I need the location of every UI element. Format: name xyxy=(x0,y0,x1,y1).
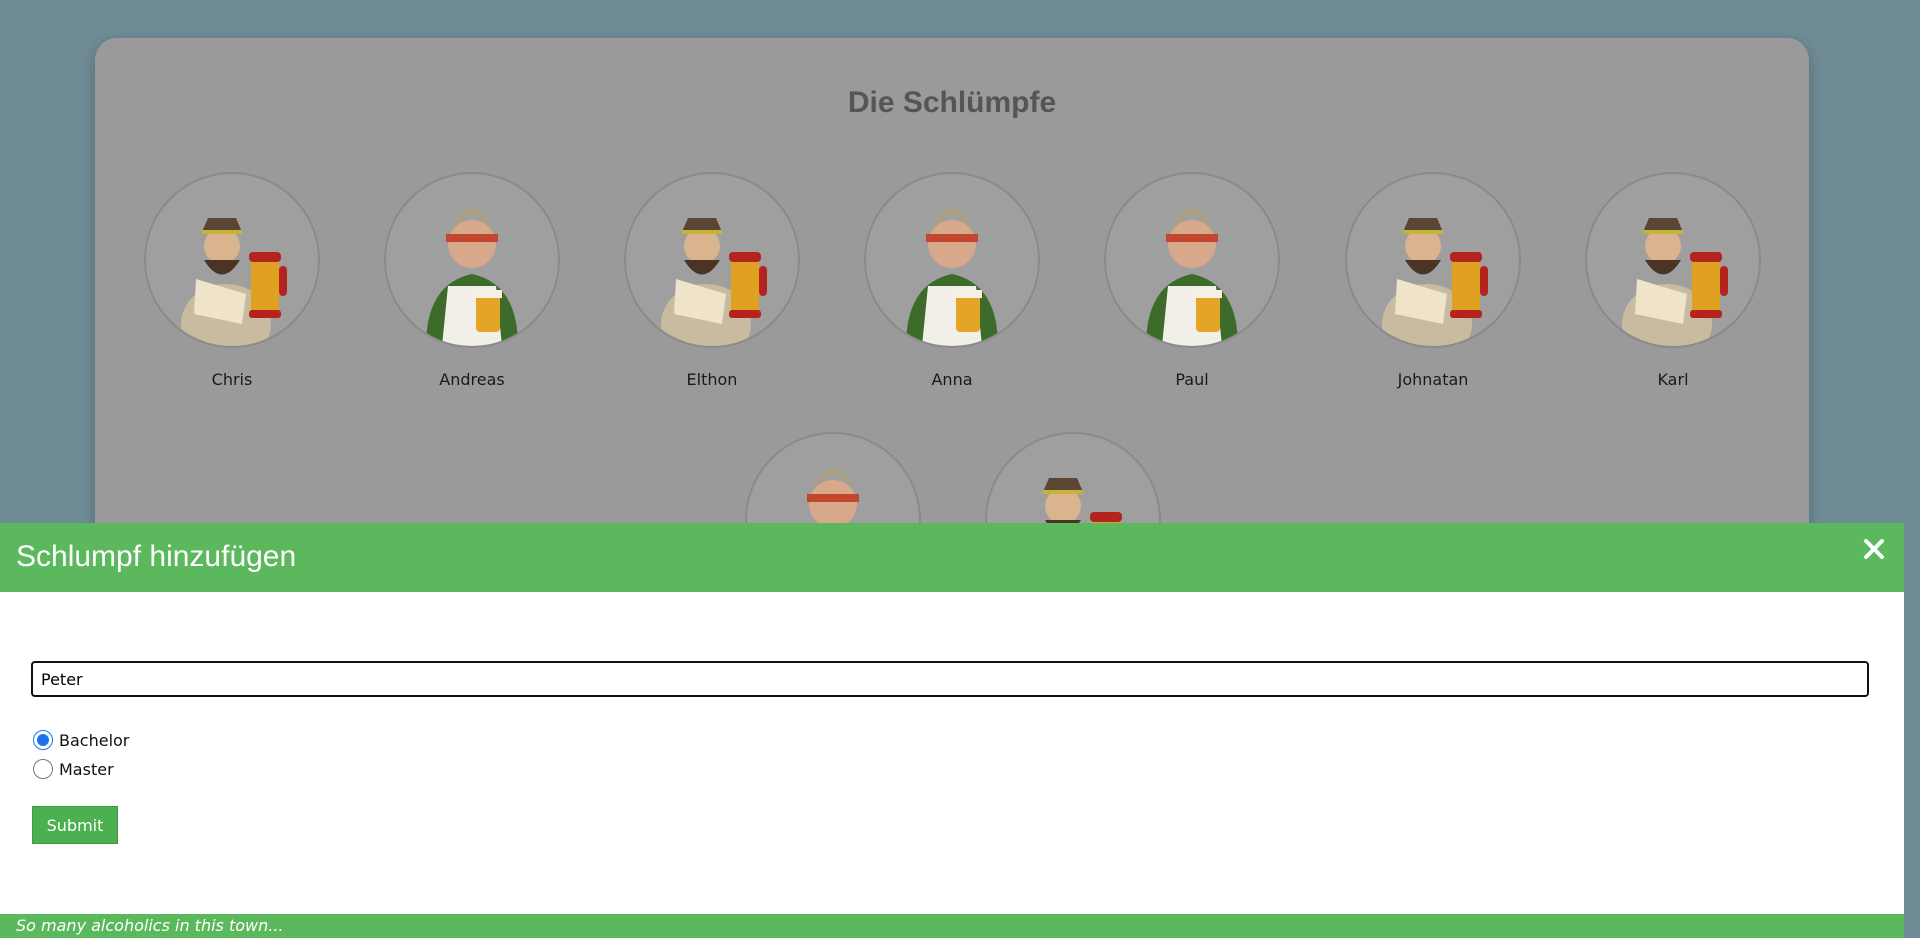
beer-man-icon xyxy=(1345,172,1521,348)
radio-label: Bachelor xyxy=(59,730,130,750)
radio-bachelor[interactable]: Bachelor xyxy=(31,730,129,750)
beer-man-icon xyxy=(1585,172,1761,348)
person-name: Karl xyxy=(1657,370,1689,389)
innkeeper-icon xyxy=(384,172,560,348)
person-card[interactable]: Johnatan xyxy=(1345,172,1521,389)
name-input[interactable] xyxy=(31,661,1869,697)
person-name: Anna xyxy=(931,370,973,389)
person-card[interactable]: Paul xyxy=(1104,172,1280,389)
modal-footer: So many alcoholics in this town... xyxy=(0,914,1904,938)
person-name: Paul xyxy=(1175,370,1209,389)
person-name: Andreas xyxy=(439,370,505,389)
beer-man-icon xyxy=(624,172,800,348)
person-card[interactable]: Karl xyxy=(1585,172,1761,389)
person-card[interactable]: Andreas xyxy=(384,172,560,389)
page-title: Die Schlümpfe xyxy=(847,86,1057,119)
person-card[interactable]: Elthon xyxy=(624,172,800,389)
radio-label: Master xyxy=(59,759,114,779)
submit-button[interactable]: Submit xyxy=(32,806,118,844)
person-name: Elthon xyxy=(686,370,738,389)
person-card[interactable]: Anna xyxy=(864,172,1040,389)
person-card[interactable]: Chris xyxy=(144,172,320,389)
add-schlumpf-modal: Schlumpf hinzufügen Bachelor Master Subm… xyxy=(0,523,1904,938)
radio-button[interactable] xyxy=(33,759,53,779)
beer-man-icon xyxy=(144,172,320,348)
radio-master[interactable]: Master xyxy=(31,759,114,779)
scrollbar[interactable] xyxy=(1904,0,1920,938)
modal-title: Schlumpf hinzufügen xyxy=(16,540,297,573)
person-name: Johnatan xyxy=(1397,370,1469,389)
person-name: Chris xyxy=(211,370,253,389)
innkeeper-icon xyxy=(864,172,1040,348)
close-icon[interactable] xyxy=(1860,535,1888,563)
radio-button[interactable] xyxy=(33,730,53,750)
innkeeper-icon xyxy=(1104,172,1280,348)
modal-header: Schlumpf hinzufügen xyxy=(0,523,1904,592)
